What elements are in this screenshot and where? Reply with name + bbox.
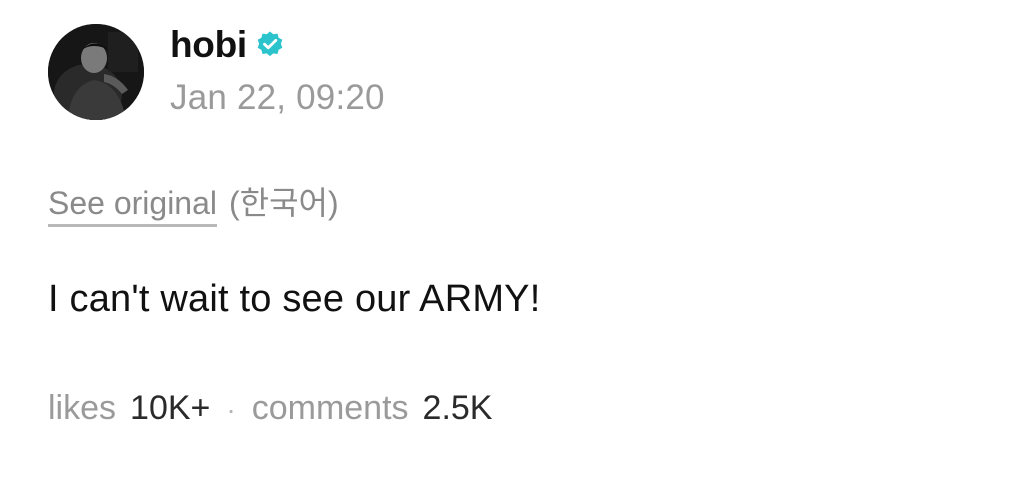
translation-notice: See original (한국어) xyxy=(48,178,339,227)
avatar-photo xyxy=(48,24,144,120)
comments-count: 2.5K xyxy=(422,389,493,427)
avatar[interactable] xyxy=(48,24,144,120)
original-language-label: (한국어) xyxy=(229,185,339,221)
likes-stat[interactable]: likes 10K+ xyxy=(48,389,210,428)
verified-badge-icon xyxy=(255,30,285,60)
likes-label: likes xyxy=(48,389,117,427)
author-header: hobi xyxy=(170,22,285,68)
post-card: hobi Jan 22, 09:20 See original (한국어) I … xyxy=(0,0,1015,498)
post-body-text: I can't wait to see our ARMY! xyxy=(48,278,541,320)
post-stats: likes 10K+ · comments 2.5K xyxy=(48,389,493,428)
comments-label: comments xyxy=(251,389,409,427)
stats-separator: · xyxy=(226,394,236,425)
likes-count: 10K+ xyxy=(130,389,211,427)
post-timestamp: Jan 22, 09:20 xyxy=(170,78,385,117)
author-name[interactable]: hobi xyxy=(170,24,247,66)
see-original-link[interactable]: See original xyxy=(48,185,217,227)
comments-stat[interactable]: comments 2.5K xyxy=(252,389,493,428)
